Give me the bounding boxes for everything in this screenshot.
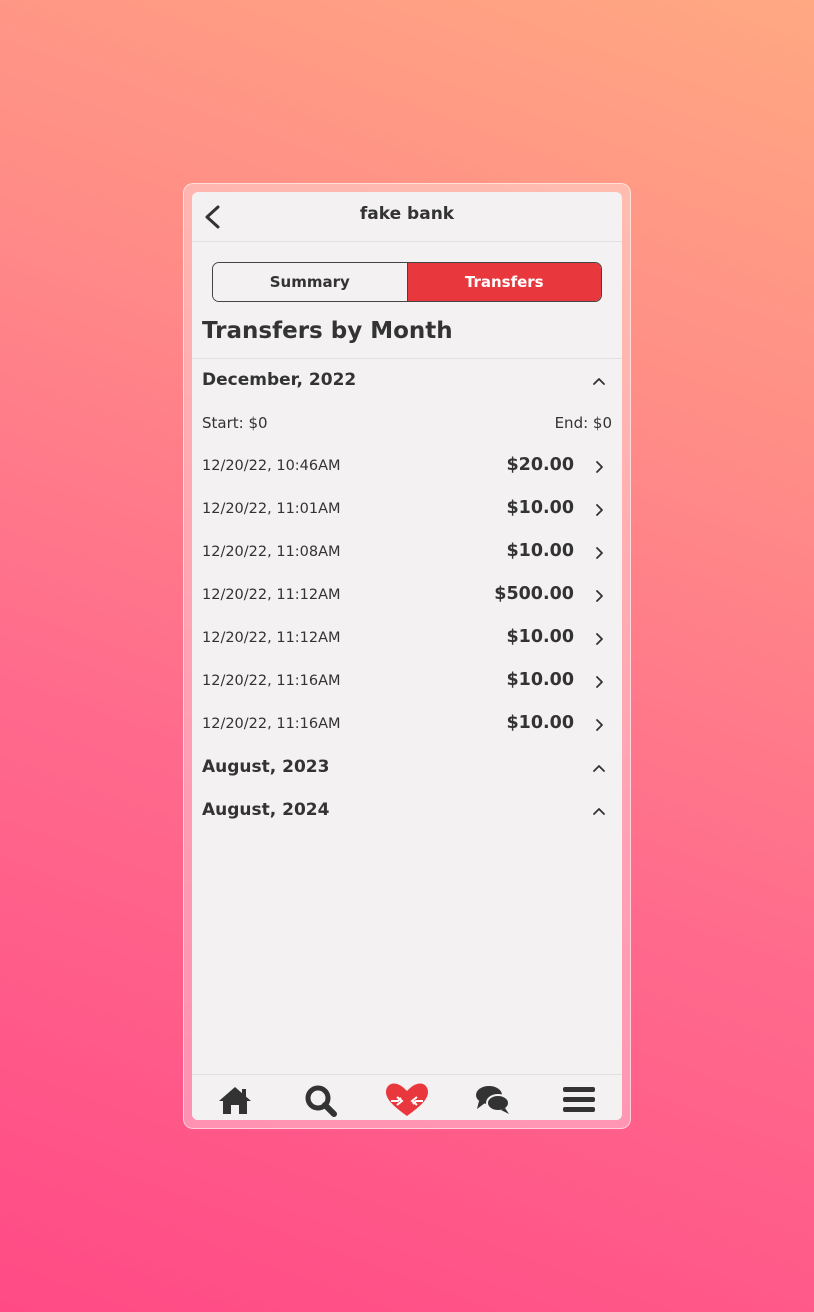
transfer-row[interactable]: 12/20/22, 11:16AM $10.00	[202, 709, 622, 739]
app-screen: fake bank Summary Transfers Transfers by…	[192, 192, 622, 1120]
transfer-row[interactable]: 12/20/22, 11:08AM $10.00	[202, 537, 622, 567]
transfer-amount: $10.00	[506, 627, 574, 647]
month-label: December, 2022	[202, 370, 357, 390]
transfer-amount: $10.00	[506, 541, 574, 561]
chat-bubbles-icon[interactable]	[475, 1083, 511, 1117]
transfer-row[interactable]: 12/20/22, 10:46AM $20.00	[202, 451, 622, 481]
transfer-row[interactable]: 12/20/22, 11:16AM $10.00	[202, 666, 622, 696]
transfer-datetime: 12/20/22, 11:16AM	[202, 673, 341, 689]
chevron-right-icon	[596, 590, 603, 602]
chevron-up-icon	[593, 765, 605, 772]
chevron-right-icon	[596, 504, 603, 516]
transfer-row[interactable]: 12/20/22, 11:12AM $500.00	[202, 580, 622, 610]
month-label: August, 2023	[202, 757, 330, 777]
search-icon[interactable]	[303, 1083, 339, 1117]
transfer-amount: $500.00	[494, 584, 574, 604]
divider	[192, 358, 622, 359]
month-header-august-2023[interactable]: August, 2023	[202, 753, 622, 783]
heart-transfer-icon[interactable]	[385, 1083, 429, 1117]
transfer-row[interactable]: 12/20/22, 11:01AM $10.00	[202, 494, 622, 524]
chevron-up-icon	[593, 808, 605, 815]
page-title: fake bank	[359, 204, 455, 224]
transfer-datetime: 12/20/22, 11:01AM	[202, 501, 341, 517]
month-header-december-2022[interactable]: December, 2022	[202, 366, 622, 396]
end-balance: End: $0	[554, 414, 612, 432]
transfer-datetime: 12/20/22, 11:16AM	[202, 716, 341, 732]
chevron-right-icon	[596, 719, 603, 731]
month-balance: Start: $0 End: $0	[202, 414, 612, 434]
month-label: August, 2024	[202, 800, 330, 820]
transfer-datetime: 12/20/22, 11:12AM	[202, 630, 341, 646]
home-icon[interactable]	[217, 1083, 253, 1117]
transfer-datetime: 12/20/22, 11:12AM	[202, 587, 341, 603]
chevron-right-icon	[596, 547, 603, 559]
chevron-up-icon	[593, 378, 605, 385]
transfer-amount: $10.00	[506, 713, 574, 733]
bottom-tab-bar	[192, 1074, 622, 1120]
tab-transfers[interactable]: Transfers	[407, 263, 601, 301]
chevron-right-icon	[596, 461, 603, 473]
top-bar: fake bank	[192, 192, 622, 242]
transfer-datetime: 12/20/22, 11:08AM	[202, 544, 341, 560]
menu-icon[interactable]	[561, 1083, 597, 1117]
chevron-right-icon	[596, 633, 603, 645]
transfer-row[interactable]: 12/20/22, 11:12AM $10.00	[202, 623, 622, 653]
transfer-amount: $10.00	[506, 498, 574, 518]
start-balance: Start: $0	[202, 414, 268, 432]
transfer-amount: $20.00	[506, 455, 574, 475]
chevron-right-icon	[596, 676, 603, 688]
month-header-august-2024[interactable]: August, 2024	[202, 796, 622, 826]
transfer-amount: $10.00	[506, 670, 574, 690]
segmented-control: Summary Transfers	[212, 262, 602, 302]
section-heading: Transfers by Month	[202, 318, 453, 344]
transfer-datetime: 12/20/22, 10:46AM	[202, 458, 341, 474]
tab-summary[interactable]: Summary	[213, 263, 408, 301]
